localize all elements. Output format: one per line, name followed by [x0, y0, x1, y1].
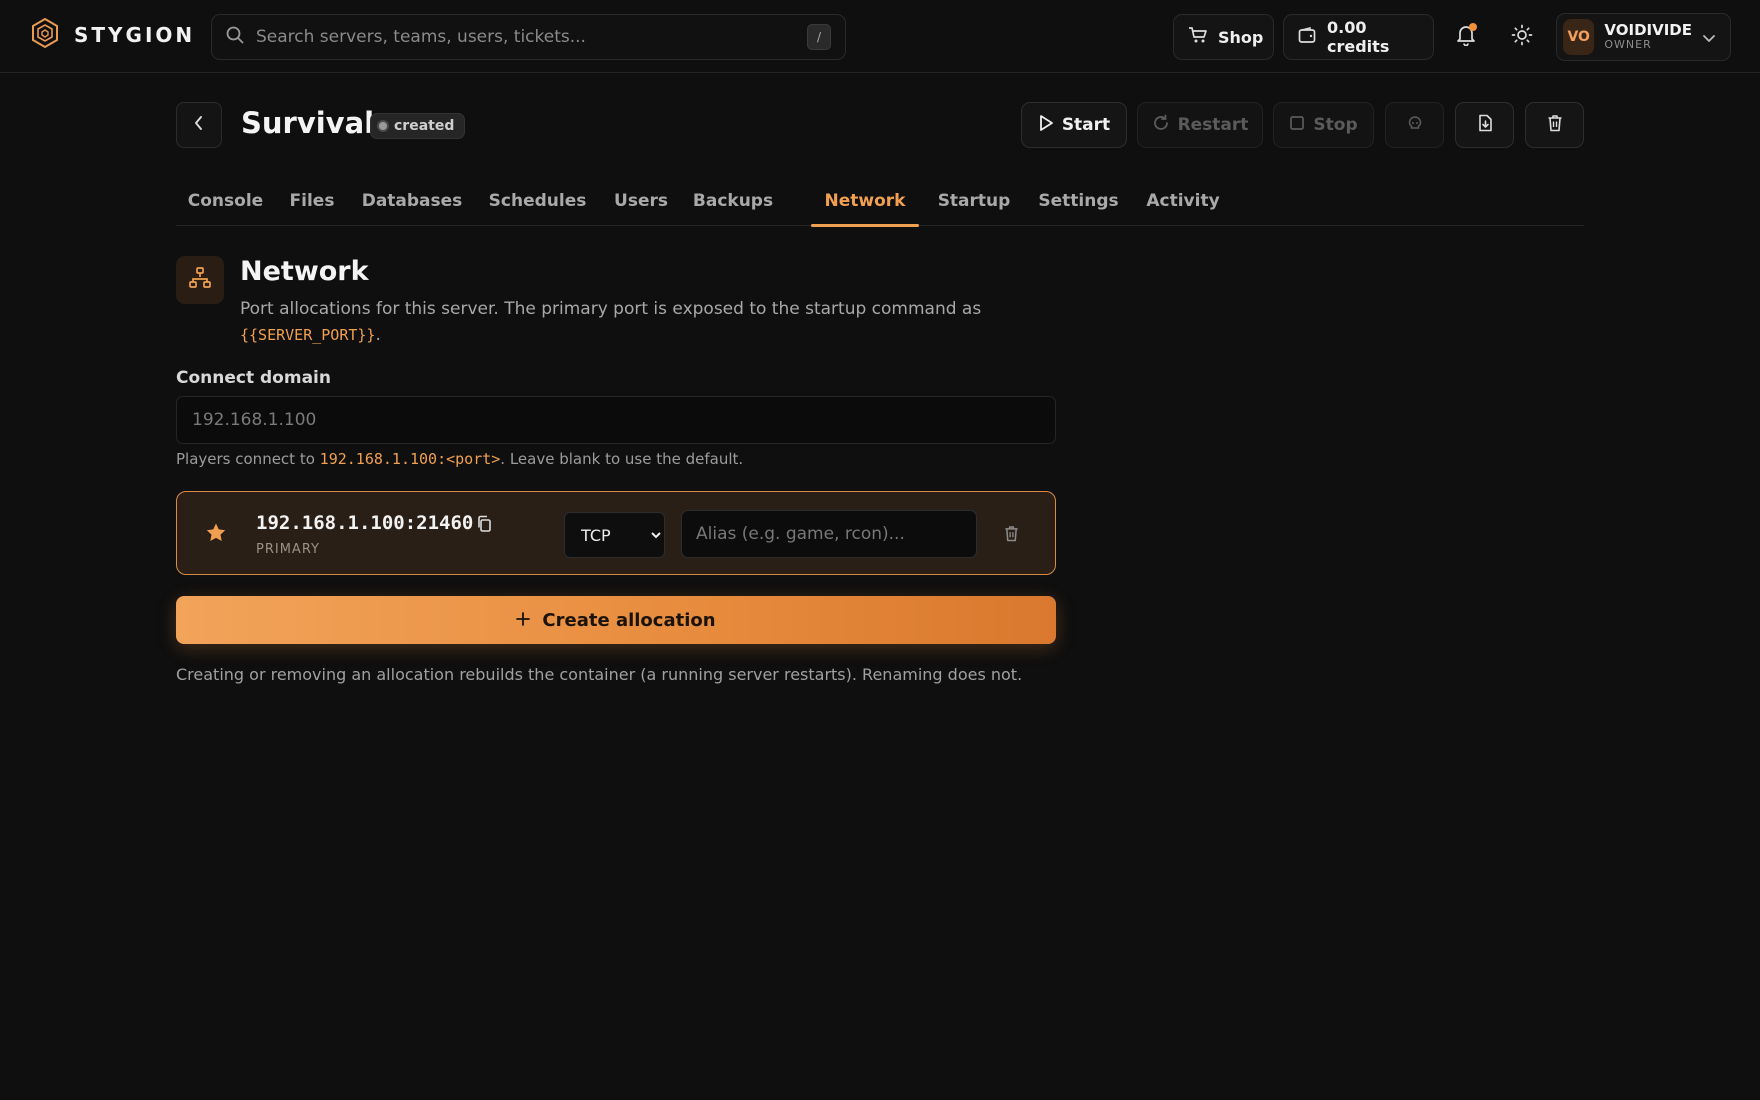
user-role: OWNER	[1604, 38, 1652, 52]
chevron-left-icon	[193, 115, 205, 135]
server-tabs: Console Files Databases Schedules Users …	[176, 176, 1584, 227]
sun-icon	[1511, 24, 1533, 50]
status-badge: created	[370, 113, 466, 139]
tab-files[interactable]: Files	[276, 176, 348, 226]
cart-icon	[1188, 26, 1208, 48]
search-shortcut-key: /	[807, 24, 831, 50]
file-download-icon	[1477, 114, 1493, 137]
star-icon[interactable]	[205, 522, 227, 547]
download-backup-button[interactable]	[1455, 102, 1514, 148]
chevron-down-icon	[1702, 28, 1716, 47]
status-dot	[379, 122, 387, 130]
tab-network[interactable]: Network	[811, 176, 919, 227]
start-label: Start	[1061, 115, 1111, 135]
shop-button[interactable]: Shop	[1173, 14, 1274, 60]
tab-activity[interactable]: Activity	[1137, 176, 1229, 226]
description-suffix: .	[375, 325, 381, 345]
tab-users[interactable]: Users	[604, 176, 678, 226]
top-bar: STYGION / Shop 0.00 credits VO VOIDI	[0, 0, 1760, 73]
tab-startup[interactable]: Startup	[927, 176, 1021, 226]
notifications-button[interactable]	[1448, 19, 1484, 55]
protocol-select[interactable]: TCP UDP	[564, 512, 665, 558]
credits-label: 0.00 credits	[1327, 18, 1390, 56]
kill-button[interactable]	[1385, 102, 1444, 148]
allocation-footer-note: Creating or removing an allocation rebui…	[176, 665, 1023, 684]
trash-icon	[1004, 525, 1019, 546]
avatar: VO	[1563, 19, 1595, 55]
delete-allocation-button[interactable]	[997, 521, 1025, 549]
hint-suffix: . Leave blank to use the default.	[500, 450, 744, 468]
notification-dot	[1469, 23, 1477, 31]
delete-server-button[interactable]	[1525, 102, 1584, 148]
connect-domain-input[interactable]	[176, 396, 1056, 444]
primary-badge: PRIMARY	[256, 542, 320, 557]
connect-domain-hint: Players connect to 192.168.1.100:<port>.…	[176, 450, 743, 468]
create-allocation-button[interactable]: Create allocation	[176, 596, 1056, 644]
skull-icon	[1407, 115, 1423, 136]
network-icon	[188, 266, 212, 294]
wallet-icon	[1298, 26, 1317, 48]
stop-icon	[1289, 115, 1305, 136]
restart-button[interactable]: Restart	[1137, 102, 1263, 148]
description-text: Port allocations for this server. The pr…	[240, 299, 982, 319]
page-title: Survival	[241, 106, 375, 140]
server-port-variable: {{SERVER_PORT}}	[240, 326, 376, 344]
allocation-card: 192.168.1.100:21460 PRIMARY TCP UDP	[176, 491, 1056, 575]
plus-icon	[516, 610, 531, 631]
start-button[interactable]: Start	[1021, 102, 1127, 148]
global-search[interactable]: /	[211, 14, 846, 60]
brand-name: STYGION	[74, 23, 196, 47]
play-icon	[1038, 114, 1054, 137]
connect-domain-label: Connect domain	[176, 368, 331, 388]
search-icon	[226, 26, 244, 48]
restart-label: Restart	[1177, 115, 1249, 135]
status-label: created	[394, 118, 455, 134]
stop-label: Stop	[1313, 115, 1358, 135]
hint-address: 192.168.1.100:<port>	[319, 450, 501, 468]
copy-icon[interactable]	[476, 515, 492, 537]
tab-settings[interactable]: Settings	[1028, 176, 1129, 226]
section-title: Network	[240, 256, 369, 287]
search-input[interactable]	[256, 27, 807, 47]
shop-label: Shop	[1218, 27, 1264, 47]
create-allocation-label: Create allocation	[542, 609, 716, 631]
network-section-icon-box	[176, 256, 224, 304]
tab-console[interactable]: Console	[176, 176, 275, 226]
allocation-address: 192.168.1.100:21460	[256, 512, 474, 534]
user-menu-button[interactable]: VO VOIDIVIDE OWNER	[1556, 13, 1731, 61]
tab-schedules[interactable]: Schedules	[477, 176, 598, 226]
alias-input[interactable]	[681, 510, 977, 558]
tab-databases[interactable]: Databases	[351, 176, 473, 226]
credits-button[interactable]: 0.00 credits	[1283, 14, 1434, 60]
user-name: VOIDIVIDE	[1604, 21, 1692, 40]
restart-icon	[1152, 114, 1170, 137]
trash-icon	[1547, 114, 1563, 137]
stop-button[interactable]: Stop	[1273, 102, 1374, 148]
section-description: Port allocations for this server. The pr…	[240, 296, 1000, 348]
back-button[interactable]	[176, 102, 222, 148]
theme-toggle-button[interactable]	[1504, 19, 1540, 55]
brand[interactable]: STYGION	[30, 17, 195, 53]
stygion-logo-icon	[30, 17, 60, 53]
tab-backups[interactable]: Backups	[683, 176, 783, 226]
hint-prefix: Players connect to	[176, 450, 315, 468]
